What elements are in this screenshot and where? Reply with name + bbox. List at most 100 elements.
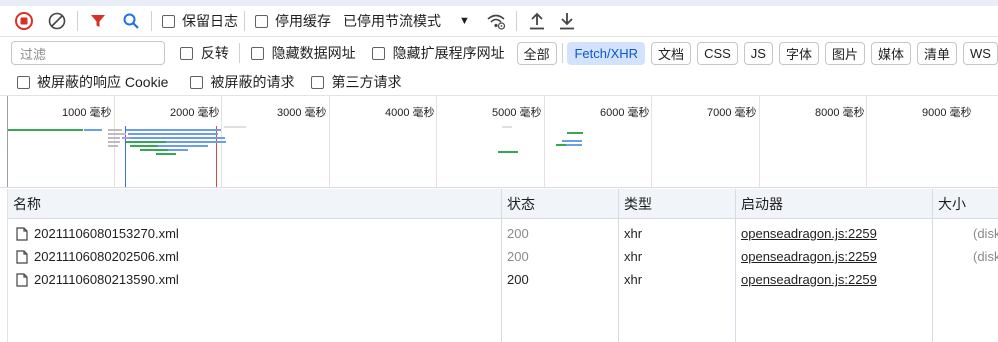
table-row[interactable]: 20211106080202506.xml 200 xhr openseadra…	[8, 245, 998, 268]
chevron-down-icon: ▼	[459, 15, 470, 27]
column-header-size[interactable]: 大小	[933, 189, 998, 219]
download-icon[interactable]	[553, 7, 581, 35]
table-row[interactable]: 20211106080153270.xml 200 xhr openseadra…	[8, 222, 998, 245]
blocked-cookies-checkbox[interactable]: 被屏蔽的响应 Cookie	[17, 72, 168, 92]
request-bar	[108, 145, 118, 147]
tick-label: 1000 毫秒	[62, 107, 112, 119]
type-filter-all[interactable]: 全部	[516, 41, 557, 65]
requests-table: 名称 状态 类型 启动器 大小 20211106080153270.xml 20…	[7, 189, 998, 342]
type-filter-media[interactable]: 媒体	[871, 41, 912, 65]
file-icon	[16, 272, 28, 287]
column-header-initiator[interactable]: 启动器	[736, 189, 933, 219]
checkbox-box[interactable]	[255, 14, 268, 28]
hide-extension-urls-checkbox[interactable]: 隐藏扩展程序网址	[371, 43, 505, 63]
column-header-name[interactable]: 名称	[8, 189, 502, 219]
request-name: 20211106080202506.xml	[34, 249, 179, 264]
initiator-link[interactable]: openseadragon.js:2259	[736, 245, 932, 268]
checkbox-box[interactable]	[311, 75, 325, 89]
type-filter-img[interactable]: 图片	[824, 41, 865, 65]
type-filter-js[interactable]: JS	[743, 41, 773, 65]
initiator-link[interactable]: openseadragon.js:2259	[736, 268, 932, 291]
disable-cache-checkbox[interactable]: 停用缓存	[255, 11, 331, 31]
request-name-cell[interactable]: 20211106080153270.xml	[11, 222, 501, 245]
request-bar	[130, 145, 158, 147]
column-header-type[interactable]: 类型	[619, 189, 736, 219]
filter-icon[interactable]	[84, 7, 112, 35]
hide-data-urls-checkbox[interactable]: 隐藏数据网址	[250, 43, 356, 63]
record-stop-icon[interactable]	[10, 7, 38, 35]
third-party-checkbox[interactable]: 第三方请求	[311, 72, 401, 92]
range-handle-left[interactable]	[7, 96, 8, 187]
request-bar	[556, 144, 566, 146]
type-filter-ws[interactable]: WS	[963, 41, 998, 65]
third-party-label: 第三方请求	[331, 74, 402, 90]
file-icon	[16, 226, 28, 241]
tick-label: 7000 毫秒	[707, 107, 757, 119]
type-filter-css[interactable]: CSS	[697, 41, 738, 65]
request-bar	[128, 133, 218, 135]
request-name: 20211106080213590.xml	[34, 272, 179, 287]
throttle-value: 已停用节流模式	[343, 13, 441, 29]
blocked-requests-checkbox[interactable]: 被屏蔽的请求	[190, 72, 294, 92]
initiator-link[interactable]: openseadragon.js:2259	[736, 222, 932, 245]
type-filter-fetch-xhr[interactable]: Fetch/XHR	[567, 41, 646, 65]
preserve-log-checkbox[interactable]: 保留日志	[162, 11, 238, 31]
request-name-cell[interactable]: 20211106080213590.xml	[11, 268, 501, 291]
status-cell: 200	[507, 226, 529, 241]
network-conditions-icon[interactable]	[482, 7, 510, 35]
hide-data-urls-label: 隐藏数据网址	[271, 45, 356, 61]
checkbox-box[interactable]	[250, 46, 264, 60]
request-bar	[140, 149, 168, 151]
request-bar	[84, 129, 102, 131]
checkbox-box[interactable]	[179, 46, 193, 60]
request-bar	[502, 126, 512, 128]
timeline-overview[interactable]: 1000 毫秒 2000 毫秒 3000 毫秒 4000 毫秒 5000 毫秒 …	[0, 95, 998, 188]
request-bar	[108, 133, 126, 135]
status-cell: 200	[507, 249, 529, 264]
request-bar	[8, 129, 83, 131]
request-bar	[166, 141, 226, 143]
filter-bar: 过滤 反转 隐藏数据网址 隐藏扩展程序网址 全部 Fetch/XHR 文档 CS…	[0, 37, 998, 69]
dom-content-loaded-marker	[125, 126, 126, 187]
request-bar	[122, 137, 130, 139]
network-toolbar: 保留日志 停用缓存 已停用节流模式 ▼	[0, 6, 998, 37]
toolbar-divider	[515, 11, 517, 31]
clear-icon[interactable]	[43, 7, 71, 35]
type-filter-font[interactable]: 字体	[778, 41, 819, 65]
checkbox-box[interactable]	[162, 14, 175, 28]
request-bar	[158, 145, 208, 147]
search-icon[interactable]	[117, 7, 145, 35]
type-divider	[561, 43, 563, 63]
checkbox-box[interactable]	[17, 75, 30, 89]
filter-input[interactable]: 过滤	[11, 41, 165, 65]
request-bar	[126, 129, 221, 131]
checkbox-box[interactable]	[371, 46, 385, 60]
filter-placeholder: 过滤	[20, 46, 47, 62]
type-filter-manifest[interactable]: 清单	[917, 41, 958, 65]
throttle-select[interactable]: 已停用节流模式 ▼	[343, 11, 470, 31]
checkbox-box[interactable]	[190, 75, 204, 89]
filter-divider	[238, 43, 240, 63]
request-bar	[224, 126, 246, 128]
upload-icon[interactable]	[523, 7, 551, 35]
invert-checkbox[interactable]: 反转	[179, 43, 229, 63]
request-name-cell[interactable]: 20211106080202506.xml	[11, 245, 501, 268]
type-filter-doc[interactable]: 文档	[651, 41, 692, 65]
load-event-marker	[216, 126, 217, 187]
table-row[interactable]: 20211106080213590.xml 200 xhr openseadra…	[8, 268, 998, 291]
size-cell	[968, 268, 998, 291]
request-bar	[566, 144, 582, 146]
grid-line	[329, 96, 330, 187]
size-cell: (disk	[973, 249, 998, 264]
type-cell: xhr	[624, 249, 643, 264]
status-cell: 200	[507, 272, 529, 287]
request-bar	[126, 141, 166, 143]
request-bar	[168, 149, 188, 151]
column-header-status[interactable]: 状态	[502, 189, 619, 219]
request-bar	[498, 151, 518, 153]
disable-cache-label: 停用缓存	[275, 13, 331, 29]
toolbar-divider	[244, 11, 245, 31]
tick-label: 8000 毫秒	[815, 107, 865, 119]
request-bar	[562, 140, 582, 142]
request-options-row: 被屏蔽的响应 Cookie 被屏蔽的请求 第三方请求	[0, 69, 998, 95]
